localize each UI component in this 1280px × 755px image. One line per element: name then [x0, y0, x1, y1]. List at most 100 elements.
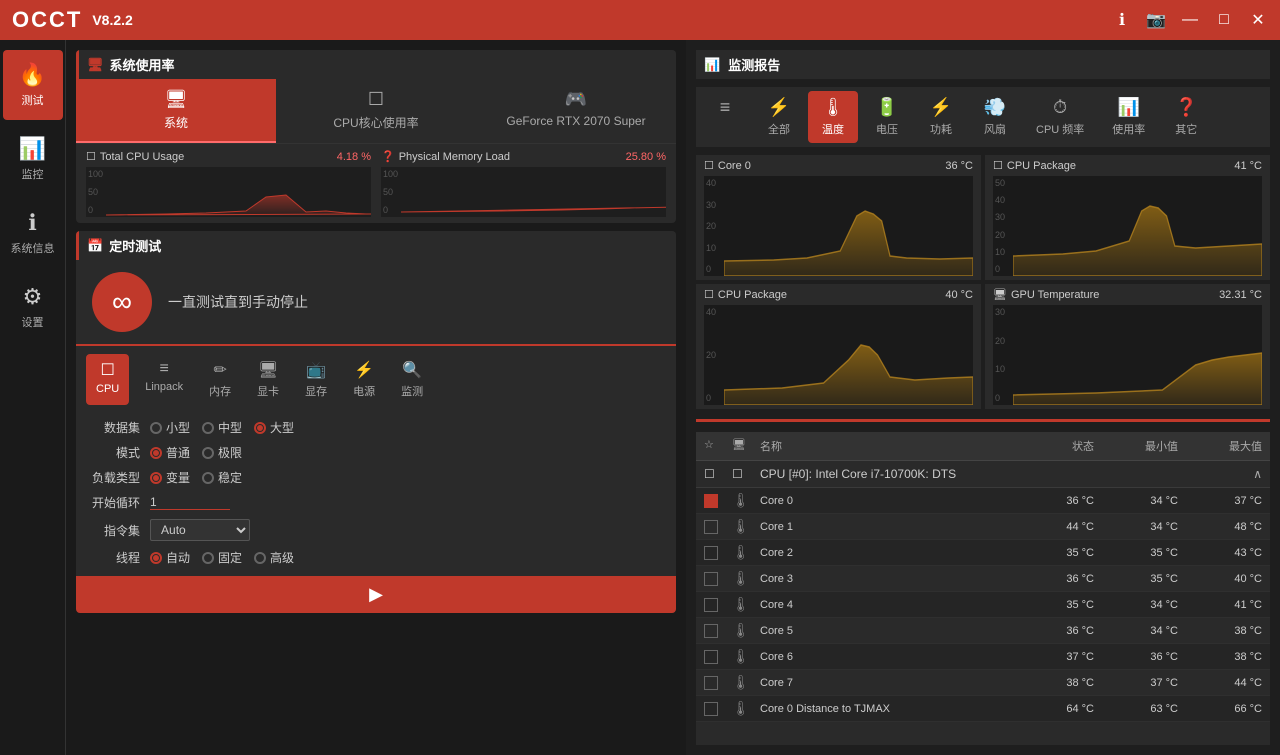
load-variable[interactable]: 变量	[150, 469, 190, 486]
gpu-temp-y-labels: 30 20 10 0	[995, 305, 1005, 405]
tab-cpu-core[interactable]: ☐ CPU核心使用率	[276, 79, 476, 143]
threads-advanced-radio[interactable]	[254, 552, 266, 564]
sidebar-item-settings[interactable]: ⚙ 设置	[3, 272, 63, 342]
main-area: 🔥 测试 📊 监控 ℹ 系统信息 ⚙ 设置 🖥 系统使用率 🖥	[0, 40, 1280, 755]
group-chevron[interactable]: ∧	[1182, 467, 1262, 481]
cpu-chart-y-labels: 100 50 0	[88, 167, 103, 217]
memory-usage-value: 25.80 %	[626, 151, 666, 163]
power-tab-label: 功耗	[930, 121, 952, 137]
dataset-small-radio[interactable]	[150, 422, 162, 434]
monitor-tab-cpu-freq[interactable]: ⏱ CPU 频率	[1024, 91, 1096, 143]
mode-extreme-radio[interactable]	[202, 447, 214, 459]
threads-auto-radio[interactable]	[150, 552, 162, 564]
row-checkbox-8[interactable]	[704, 702, 718, 716]
monitor2-tab-icon: 🔍	[402, 360, 422, 380]
tab-gpu[interactable]: 🎮 GeForce RTX 2070 Super	[476, 79, 676, 143]
dataset-medium-radio[interactable]	[202, 422, 214, 434]
cpu-tab-label: CPU	[96, 383, 119, 395]
mode-normal[interactable]: 普通	[150, 444, 190, 461]
gpu2-tab-label: 显卡	[257, 383, 279, 399]
play-button[interactable]: ▶	[369, 584, 383, 605]
row-checkbox-1[interactable]	[704, 520, 718, 534]
cpu-pkg1-chart-icon: ☐	[993, 159, 1003, 172]
threads-fixed[interactable]: 固定	[202, 549, 242, 566]
monitor-tab-all[interactable]: ⚡ 全部	[754, 91, 804, 143]
row-min-5: 34 °C	[1098, 625, 1178, 637]
load-stable[interactable]: 稳定	[202, 469, 242, 486]
cpu-tab-gpu[interactable]: 🖥 显卡	[247, 354, 289, 405]
cpu-tab-vram[interactable]: 📺 显存	[295, 354, 337, 405]
memory-usage-label: ❓ Physical Memory Load	[381, 150, 510, 163]
row-checkbox-3[interactable]	[704, 572, 718, 586]
close-button[interactable]: ✕	[1248, 10, 1268, 30]
row-icon-2: 🌡	[732, 544, 756, 561]
cpu-tab-linpack[interactable]: ≡ Linpack	[135, 354, 193, 405]
system-usage-title: 系统使用率	[110, 55, 175, 74]
sidebar-item-sysinfo[interactable]: ℹ 系统信息	[3, 198, 63, 268]
dataset-small[interactable]: 小型	[150, 419, 190, 436]
sidebar-item-monitor[interactable]: 📊 监控	[3, 124, 63, 194]
data-table-header: ☆ 🖥 名称 状态 最小值 最大值	[696, 432, 1270, 461]
info-button[interactable]: ℹ	[1112, 10, 1132, 30]
cpu-tab-power[interactable]: ⚡ 电源	[343, 354, 385, 405]
threads-fixed-radio[interactable]	[202, 552, 214, 564]
dataset-medium[interactable]: 中型	[202, 419, 242, 436]
cpu-pkg2-title-text: CPU Package	[718, 289, 787, 301]
mode-extreme[interactable]: 极限	[202, 444, 242, 461]
dataset-large[interactable]: 大型	[254, 419, 294, 436]
row-min-1: 34 °C	[1098, 521, 1178, 533]
other-icon: ❓	[1175, 97, 1197, 118]
voltage-tab-label: 电压	[876, 121, 898, 137]
load-stable-radio[interactable]	[202, 472, 214, 484]
cpu-usage-label: ☐ Total CPU Usage	[86, 150, 184, 163]
load-variable-radio[interactable]	[150, 472, 162, 484]
monitor-tab-menu[interactable]: ≡	[700, 91, 750, 143]
minimize-button[interactable]: —	[1180, 11, 1200, 29]
row-max-7: 44 °C	[1182, 677, 1262, 689]
monitor-tab-temp[interactable]: 🌡 温度	[808, 91, 858, 143]
row-status-3: 36 °C	[1014, 573, 1094, 585]
row-icon-1: 🌡	[732, 518, 756, 535]
tab-system[interactable]: 🖥 系统	[76, 79, 276, 143]
screenshot-button[interactable]: 📷	[1146, 10, 1166, 30]
threads-auto[interactable]: 自动	[150, 549, 190, 566]
start-loop-input[interactable]	[150, 495, 230, 510]
cpu-tab-icon: ☐	[100, 360, 114, 380]
monitor-tab-other[interactable]: ❓ 其它	[1161, 91, 1211, 143]
group-header-icon2: ☐	[732, 467, 756, 481]
row-status-4: 35 °C	[1014, 599, 1094, 611]
monitor-tab-fan[interactable]: 💨 风扇	[970, 91, 1020, 143]
instruction-set-control: Auto SSE AVX AVX2 AVX512	[150, 519, 660, 541]
gpu2-tab-icon: 🖥	[258, 360, 278, 380]
row-icon-6: 🌡	[732, 648, 756, 665]
row-checkbox-4[interactable]	[704, 598, 718, 612]
maximize-button[interactable]: □	[1214, 11, 1234, 29]
system-tab-label: 系统	[164, 114, 188, 131]
mode-normal-radio[interactable]	[150, 447, 162, 459]
row-checkbox-7[interactable]	[704, 676, 718, 690]
monitor-tab-usage[interactable]: 📊 使用率	[1100, 91, 1157, 143]
test-description: 一直测试直到手动停止	[168, 292, 308, 312]
monitor-tab-power[interactable]: ⚡ 功耗	[916, 91, 966, 143]
scheduled-test-title: 定时测试	[109, 236, 161, 255]
table-row: 🌡 Core 0 Distance to TJMAX 64 °C 63 °C 6…	[696, 696, 1270, 722]
row-max-3: 40 °C	[1182, 573, 1262, 585]
cpu-tab-memory[interactable]: ✏ 内存	[199, 354, 241, 405]
instruction-set-select[interactable]: Auto SSE AVX AVX2 AVX512	[150, 519, 250, 541]
cpu-tab-monitor2[interactable]: 🔍 监测	[391, 354, 433, 405]
cpu-tab-cpu[interactable]: ☐ CPU	[86, 354, 129, 405]
sidebar-item-test[interactable]: 🔥 测试	[3, 50, 63, 120]
monitor-tab-voltage[interactable]: 🔋 电压	[862, 91, 912, 143]
row-checkbox-0[interactable]	[704, 494, 718, 508]
row-icon-0: 🌡	[732, 492, 756, 509]
data-scroll[interactable]: ☐ ☐ CPU [#0]: Intel Core i7-10700K: DTS …	[696, 461, 1270, 745]
cpu-usage-metric: ☐ Total CPU Usage 4.18 % 100 50 0	[86, 150, 371, 217]
dataset-large-radio[interactable]	[254, 422, 266, 434]
threads-advanced[interactable]: 高级	[254, 549, 294, 566]
table-row: 🌡 Core 2 35 °C 35 °C 43 °C	[696, 540, 1270, 566]
row-checkbox-2[interactable]	[704, 546, 718, 560]
infinity-button[interactable]: ∞	[92, 272, 152, 332]
row-checkbox-6[interactable]	[704, 650, 718, 664]
row-checkbox-5[interactable]	[704, 624, 718, 638]
row-name-7: Core 7	[760, 677, 1010, 689]
